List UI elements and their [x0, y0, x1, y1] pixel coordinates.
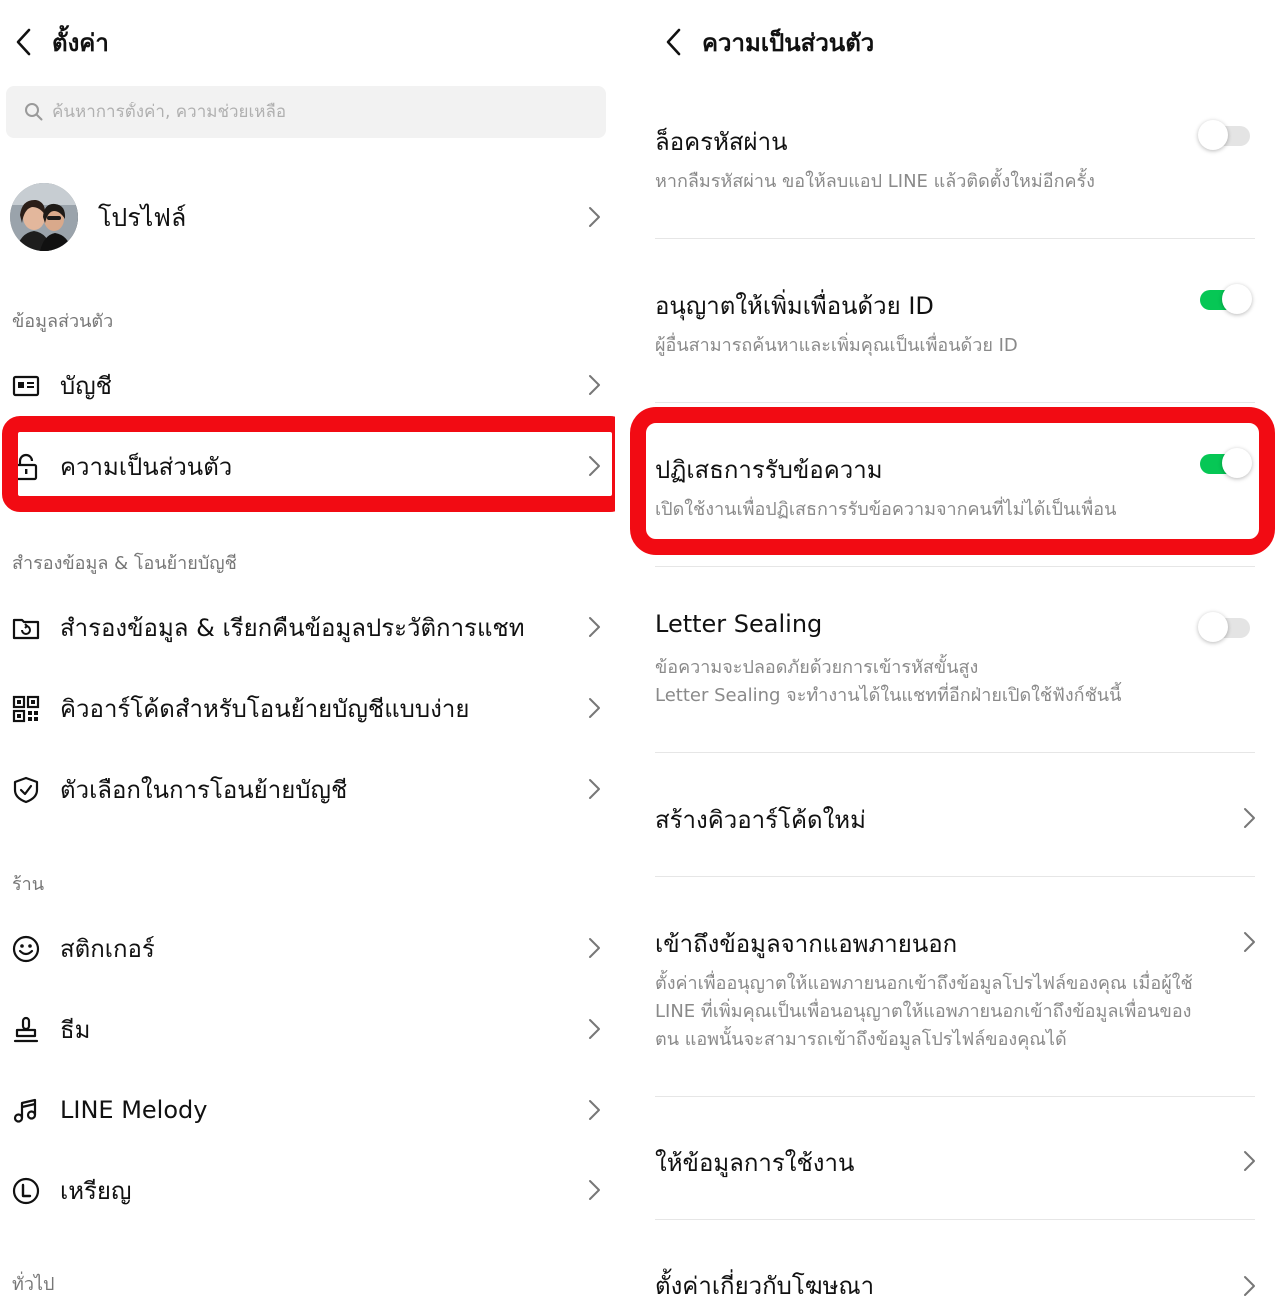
music-note-icon	[13, 1098, 37, 1123]
chevron-right-icon	[589, 1100, 600, 1120]
setting-external-app-access[interactable]: เข้าถึงข้อมูลจากแอพภายนอก ตั้งค่าเพื่ออน…	[655, 922, 1255, 1062]
back-button[interactable]	[8, 20, 38, 64]
divider	[655, 1219, 1255, 1220]
divider	[655, 238, 1255, 239]
privacy-pane: ความเป็นส่วนตัว ล็อครหัสผ่าน หากลืมรหัสผ…	[630, 0, 1280, 1303]
divider	[655, 566, 1255, 567]
setting-passcode-lock: ล็อครหัสผ่าน หากลืมรหัสผ่าน ขอให้ลบแอป L…	[655, 120, 1255, 200]
sidebar-item-qr-transfer[interactable]: คิวอาร์โค้ดสำหรับโอนย้ายบัญชีแบบง่าย	[0, 678, 615, 738]
divider	[655, 752, 1255, 753]
section-personal-info: ข้อมูลส่วนตัว	[12, 311, 114, 332]
profile-row[interactable]: โปรไฟล์	[0, 180, 615, 254]
id-card-icon	[12, 375, 40, 397]
ad-settings-title: ตั้งค่าเกี่ยวกับโฆษณา	[655, 1272, 875, 1300]
lock-icon	[14, 453, 38, 481]
divider	[655, 402, 1255, 403]
chevron-right-icon	[589, 375, 600, 395]
external-access-title: เข้าถึงข้อมูลจากแอพภายนอก	[655, 930, 958, 958]
setting-ad-settings[interactable]: ตั้งค่าเกี่ยวกับโฆษณา	[655, 1264, 1255, 1303]
sidebar-item-account[interactable]: บัญชี	[0, 355, 615, 415]
qr-transfer-label: คิวอาร์โค้ดสำหรับโอนย้ายบัญชีแบบง่าย	[60, 694, 470, 723]
setting-new-qr-code[interactable]: สร้างคิวอาร์โค้ดใหม่	[655, 798, 1255, 838]
sidebar-item-transfer-options[interactable]: ตัวเลือกในการโอนย้ายบัญชี	[0, 759, 615, 819]
chevron-right-icon	[589, 1019, 600, 1039]
page-title: ความเป็นส่วนตัว	[702, 28, 875, 57]
search-bar[interactable]	[6, 86, 606, 138]
letter-sealing-desc-line1: ข้อความจะปลอดภัยด้วยการเข้ารหัสขั้นสูง	[655, 657, 979, 678]
setting-letter-sealing: Letter Sealing ข้อความจะปลอดภัยด้วยการเข…	[655, 608, 1255, 718]
letter-sealing-toggle[interactable]	[1198, 610, 1252, 644]
chevron-left-icon	[16, 28, 31, 56]
brush-icon	[13, 1016, 39, 1043]
allow-add-by-id-toggle[interactable]	[1198, 282, 1252, 316]
smiley-icon	[12, 935, 40, 963]
shield-check-icon	[13, 776, 39, 804]
passcode-lock-desc: หากลืมรหัสผ่าน ขอให้ลบแอป LINE แล้วติดตั…	[655, 171, 1095, 192]
search-icon	[25, 103, 43, 121]
sidebar-item-themes[interactable]: ธีม	[0, 999, 615, 1059]
section-backup-transfer: สำรองข้อมูล & โอนย้ายบัญชี	[12, 553, 237, 574]
themes-label: ธีม	[60, 1015, 91, 1044]
filter-messages-desc: เปิดใช้งานเพื่อปฏิเสธการรับข้อความจากคนท…	[655, 499, 1117, 520]
external-access-desc-line1: ตั้งค่าเพื่ออนุญาตให้แอพภายนอกเข้าถึงข้อ…	[655, 973, 1193, 994]
backup-folder-icon	[12, 618, 40, 640]
sidebar-item-coins[interactable]: เหรียญ	[0, 1160, 615, 1220]
external-access-desc-line3: ตน แอพนั้นจะสามารถเข้าถึงข้อมูลโปรไฟล์ขอ…	[655, 1029, 1067, 1050]
external-access-desc-line2: LINE ที่เพิ่มคุณเป็นเพื่อนอนุญาตให้แอพภา…	[655, 1001, 1192, 1022]
passcode-lock-title: ล็อครหัสผ่าน	[655, 128, 788, 156]
usage-data-title: ให้ข้อมูลการใช้งาน	[655, 1149, 855, 1177]
sidebar-item-stickers[interactable]: สติกเกอร์	[0, 918, 615, 978]
avatar	[10, 183, 78, 251]
section-general: ทั่วไป	[12, 1274, 55, 1295]
filter-messages-title: ปฏิเสธการรับข้อความ	[655, 456, 883, 484]
chevron-right-icon	[1244, 932, 1255, 952]
sidebar-item-backup-restore[interactable]: สำรองข้อมูล & เรียกคืนข้อมูลประวัติการแช…	[0, 597, 615, 657]
section-shop: ร้าน	[12, 874, 45, 895]
profile-label: โปรไฟล์	[98, 203, 187, 232]
chevron-right-icon	[589, 779, 600, 799]
coins-label: เหรียญ	[60, 1176, 132, 1205]
filter-messages-toggle[interactable]	[1198, 446, 1252, 480]
search-input[interactable]	[52, 102, 592, 122]
chevron-left-icon	[666, 28, 681, 56]
sidebar-item-privacy[interactable]: ความเป็นส่วนตัว	[0, 436, 615, 496]
passcode-lock-toggle[interactable]	[1198, 118, 1252, 152]
stickers-label: สติกเกอร์	[60, 934, 155, 963]
chevron-right-icon	[589, 207, 600, 227]
chevron-right-icon	[1244, 1276, 1255, 1296]
allow-add-by-id-title: อนุญาตให้เพิ่มเพื่อนด้วย ID	[655, 292, 934, 320]
chevron-right-icon	[589, 456, 600, 476]
settings-header: ตั้งค่า	[8, 20, 109, 64]
divider	[655, 1096, 1255, 1097]
allow-add-by-id-desc: ผู้อื่นสามารถค้นหาและเพิ่มคุณเป็นเพื่อนด…	[655, 335, 1018, 356]
backup-restore-label: สำรองข้อมูล & เรียกคืนข้อมูลประวัติการแช…	[60, 613, 525, 642]
letter-sealing-desc-line2: Letter Sealing จะทำงานได้ในแชทที่อีกฝ่าย…	[655, 685, 1122, 706]
settings-pane: ตั้งค่า โปรไฟล์ ข้อมูลส่วนตัว บัญชี	[0, 0, 615, 1303]
chevron-right-icon	[1244, 808, 1255, 828]
chevron-right-icon	[589, 938, 600, 958]
sidebar-item-line-melody[interactable]: LINE Melody	[0, 1080, 615, 1140]
chevron-right-icon	[589, 617, 600, 637]
account-label: บัญชี	[60, 371, 112, 400]
chevron-right-icon	[589, 1180, 600, 1200]
setting-usage-data[interactable]: ให้ข้อมูลการใช้งาน	[655, 1141, 1255, 1181]
setting-filter-messages: ปฏิเสธการรับข้อความ เปิดใช้งานเพื่อปฏิเส…	[655, 448, 1255, 528]
coin-icon	[12, 1177, 40, 1205]
privacy-label: ความเป็นส่วนตัว	[60, 452, 233, 481]
chevron-right-icon	[589, 698, 600, 718]
new-qr-code-title: สร้างคิวอาร์โค้ดใหม่	[655, 806, 866, 834]
letter-sealing-title: Letter Sealing	[655, 610, 823, 638]
privacy-header: ความเป็นส่วนตัว	[658, 20, 874, 64]
back-button[interactable]	[658, 20, 688, 64]
setting-allow-add-by-id: อนุญาตให้เพิ่มเพื่อนด้วย ID ผู้อื่นสามาร…	[655, 284, 1255, 364]
chevron-right-icon	[1244, 1151, 1255, 1171]
page-title: ตั้งค่า	[52, 28, 109, 57]
divider	[655, 876, 1255, 877]
line-melody-label: LINE Melody	[60, 1096, 208, 1124]
transfer-options-label: ตัวเลือกในการโอนย้ายบัญชี	[60, 775, 348, 804]
qr-code-icon	[12, 695, 40, 723]
